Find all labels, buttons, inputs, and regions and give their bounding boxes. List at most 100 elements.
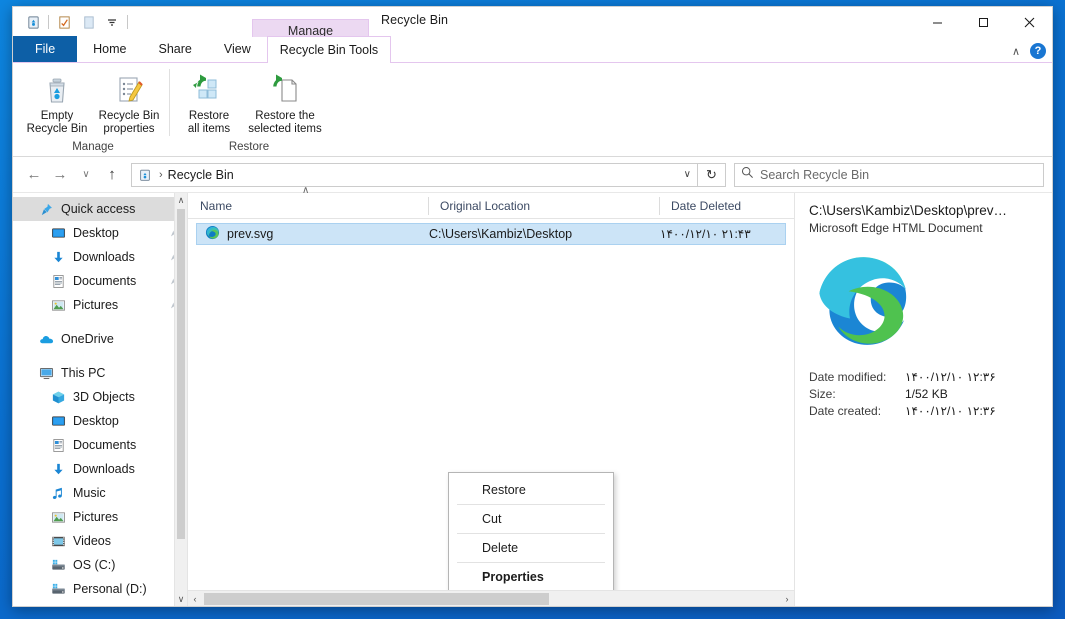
search-icon: [741, 166, 754, 184]
empty-recycle-bin-button[interactable]: Empty Recycle Bin: [21, 69, 93, 136]
context-menu-item-properties[interactable]: Properties: [449, 562, 613, 590]
breadcrumb-separator: ›: [159, 168, 163, 181]
title-bar: Manage Recycle Bin: [13, 7, 1052, 41]
column-headers: Name Original Location Date Deleted ∧: [188, 185, 794, 219]
sidebar-item-this-pc[interactable]: This PC: [13, 361, 187, 385]
details-row-date-created: Date created: ۱۴۰۰/۱۲/۱۰ ۱۲:۳۶: [809, 404, 1038, 418]
table-row[interactable]: prev.svg C:\Users\Kambiz\Desktop ۱۴۰۰/۱۲…: [196, 223, 786, 245]
tab-home[interactable]: Home: [77, 36, 142, 62]
tab-file[interactable]: File: [13, 36, 78, 62]
desktop-icon: [49, 224, 67, 242]
file-original-location-cell: C:\Users\Kambiz\Desktop: [429, 227, 573, 241]
sidebar-item-onedrive[interactable]: OneDrive: [13, 327, 187, 351]
sidebar-scroll-thumb[interactable]: [177, 209, 185, 539]
sidebar-item-label: OneDrive: [61, 332, 114, 346]
picture-icon: [49, 296, 67, 314]
column-header-original-location[interactable]: Original Location: [428, 193, 659, 219]
properties-icon[interactable]: [52, 11, 76, 33]
window-controls: [914, 7, 1052, 37]
sidebar-scroll-up-icon[interactable]: ∧: [175, 193, 187, 207]
sidebar-item-qa-pictures[interactable]: Pictures: [13, 293, 187, 317]
context-menu-item-delete[interactable]: Delete: [449, 533, 613, 562]
context-menu-item-cut[interactable]: Cut: [449, 504, 613, 533]
qat-separator-2: [127, 15, 128, 29]
details-value: 1/52 KB: [905, 387, 948, 401]
column-header-name[interactable]: Name: [188, 193, 428, 219]
hscroll-track[interactable]: [202, 591, 780, 607]
sidebar-item-pc-documents[interactable]: Documents: [13, 433, 187, 457]
restore-selected-items-label: Restore the selected items: [248, 110, 322, 135]
restore-all-items-button[interactable]: Restore all items: [173, 69, 245, 136]
maximize-button[interactable]: [960, 7, 1006, 37]
hscroll-left-icon[interactable]: ‹: [188, 594, 202, 604]
horizontal-scrollbar[interactable]: ‹ ›: [188, 590, 794, 606]
search-input[interactable]: Search Recycle Bin: [760, 168, 869, 182]
column-header-date-deleted[interactable]: Date Deleted: [659, 193, 772, 219]
details-title: C:\Users\Kambiz\Desktop\prev…: [809, 203, 1008, 218]
ribbon: Empty Recycle Bin Recycle Bin properties…: [13, 63, 1052, 157]
collapse-ribbon-icon[interactable]: ∧: [1012, 45, 1020, 58]
sidebar-item-label: This PC: [61, 366, 106, 380]
tab-recycle-bin-tools[interactable]: Recycle Bin Tools: [266, 36, 392, 63]
sidebar-item-pc-3d-objects[interactable]: 3D Objects: [13, 385, 187, 409]
hscroll-right-icon[interactable]: ›: [780, 594, 794, 604]
sidebar-item-pc-personal-d[interactable]: Personal (D:): [13, 577, 187, 601]
document-icon: [49, 436, 67, 454]
window-title: Recycle Bin: [381, 13, 449, 27]
search-box[interactable]: Search Recycle Bin: [734, 162, 1044, 187]
chevron-down-icon[interactable]: [100, 11, 124, 33]
context-menu-item-restore[interactable]: Restore: [449, 475, 613, 504]
sidebar-scroll-down-icon[interactable]: ∨: [175, 592, 187, 606]
help-icon[interactable]: ?: [1030, 43, 1046, 59]
details-row-size: Size: 1/52 KB: [809, 387, 1038, 401]
sidebar-item-qa-downloads[interactable]: Downloads: [13, 245, 187, 269]
cube-icon: [49, 388, 67, 406]
restore-all-items-label: Restore all items: [187, 110, 231, 135]
hscroll-thumb[interactable]: [204, 592, 549, 605]
ribbon-group-restore: Restore all items Restore the selected i…: [169, 63, 329, 156]
sidebar-item-qa-documents[interactable]: Documents: [13, 269, 187, 293]
sidebar-item-pc-pictures[interactable]: Pictures: [13, 505, 187, 529]
forward-button[interactable]: →: [47, 162, 73, 188]
sidebar-scrollbar[interactable]: ∧ ∨: [174, 193, 187, 606]
address-path-field[interactable]: › Recycle Bin ∨: [131, 162, 698, 187]
sidebar-item-pc-videos[interactable]: Videos: [13, 529, 187, 553]
restore-selected-items-button[interactable]: Restore the selected items: [245, 69, 325, 136]
sidebar-item-label: 3D Objects: [73, 390, 135, 404]
address-dropdown-icon[interactable]: ∨: [684, 169, 691, 180]
restore-selected-items-icon: [269, 73, 301, 107]
close-button[interactable]: [1006, 7, 1052, 37]
recent-locations-button[interactable]: ∨: [73, 162, 99, 188]
empty-recycle-bin-label: Empty Recycle Bin: [26, 110, 88, 135]
sidebar-item-pc-desktop[interactable]: Desktop: [13, 409, 187, 433]
pin-star-icon: [37, 200, 55, 218]
explorer-body: Quick access Desktop Downloads Documents Pic…: [13, 185, 1052, 606]
qat-separator-1: [48, 15, 49, 29]
file-name-cell[interactable]: prev.svg: [197, 225, 429, 243]
sidebar-item-label: Desktop: [73, 414, 119, 428]
recycle-bin-properties-button[interactable]: Recycle Bin properties: [93, 69, 165, 136]
download-icon: [49, 248, 67, 266]
breadcrumb-recycle-bin[interactable]: Recycle Bin: [168, 168, 234, 182]
up-button[interactable]: ↑: [99, 162, 125, 188]
back-button[interactable]: ←: [21, 162, 47, 188]
sidebar-item-label: OS (C:): [73, 558, 116, 572]
picture-icon: [49, 508, 67, 526]
file-name-label: prev.svg: [227, 227, 274, 241]
sidebar-item-label: Documents: [73, 274, 137, 288]
drive-icon: [49, 580, 67, 598]
sidebar-item-pc-downloads[interactable]: Downloads: [13, 457, 187, 481]
sidebar-item-qa-desktop[interactable]: Desktop: [13, 221, 187, 245]
tab-share[interactable]: Share: [143, 36, 208, 62]
details-value: ۱۴۰۰/۱۲/۱۰ ۱۲:۳۶: [905, 370, 996, 384]
file-date-deleted-cell: ۱۴۰۰/۱۲/۱۰ ۲۱:۴۳: [660, 227, 751, 241]
sidebar-item-quick-access[interactable]: Quick access: [13, 197, 187, 221]
tab-view[interactable]: View: [208, 36, 267, 62]
recycle-bin-icon[interactable]: [21, 11, 45, 33]
empty-page-icon[interactable]: [76, 11, 100, 33]
sidebar-item-pc-music[interactable]: Music: [13, 481, 187, 505]
refresh-button[interactable]: ↻: [698, 162, 726, 187]
sidebar-item-pc-os-c[interactable]: OS (C:): [13, 553, 187, 577]
minimize-button[interactable]: [914, 7, 960, 37]
